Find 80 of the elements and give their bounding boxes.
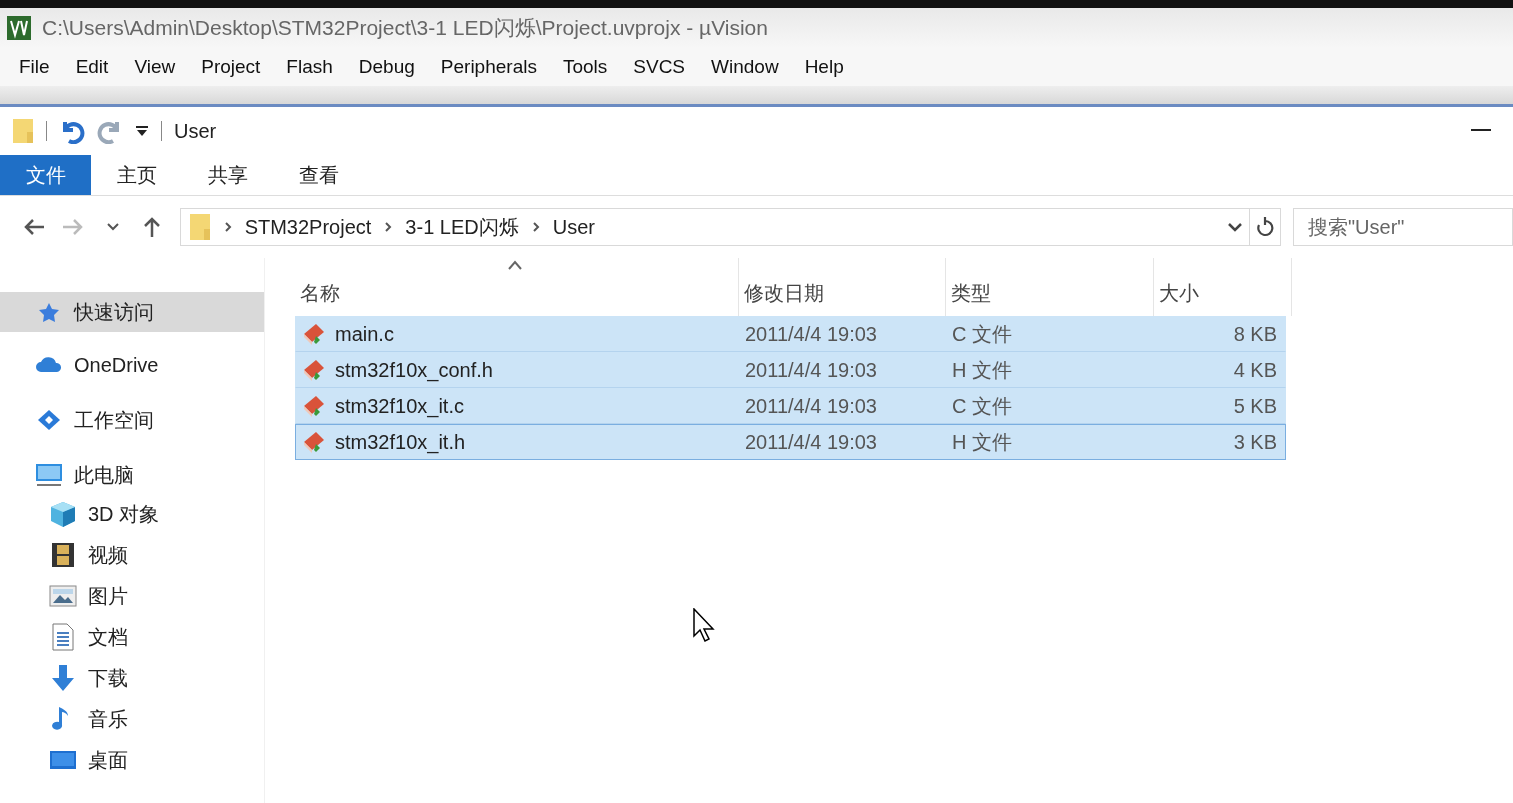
folder-icon — [12, 118, 34, 144]
nav-item[interactable]: 下载 — [0, 662, 264, 694]
chevron-right-icon — [222, 221, 233, 233]
ribbon-tab[interactable]: 查看 — [273, 155, 364, 195]
nav-item[interactable]: 此电脑 — [0, 456, 264, 494]
ribbon-tab[interactable]: 文件 — [0, 155, 91, 195]
monitor-icon — [35, 463, 63, 487]
cloud-icon — [35, 357, 63, 373]
back-arrow-icon[interactable] — [22, 218, 45, 236]
type-cell-text: C 文件 — [951, 393, 1013, 419]
menu-item[interactable]: Edit — [62, 56, 122, 78]
breadcrumb-item[interactable]: User — [552, 215, 595, 239]
nav-item[interactable]: 3D 对象 — [0, 498, 264, 530]
dropdown-caret-icon[interactable] — [135, 125, 149, 137]
star-icon — [38, 302, 60, 322]
file-name: main.c — [335, 322, 394, 346]
size-cell-text: 8 KB — [1232, 322, 1278, 346]
document-icon — [52, 623, 74, 651]
menu-item[interactable]: SVCS — [620, 56, 699, 78]
nav-item[interactable]: 快速访问 — [0, 292, 264, 332]
size-cell-text: 5 KB — [1232, 394, 1278, 418]
menu-item[interactable]: Help — [791, 56, 857, 78]
nav-item[interactable]: 图片 — [0, 580, 264, 612]
ribbon-tab[interactable]: 主页 — [91, 155, 182, 195]
chevron-right-icon — [530, 221, 541, 233]
chevron-right-icon — [383, 221, 394, 233]
breadcrumb-item[interactable]: 3-1 LED闪烁 — [405, 213, 519, 241]
search-field[interactable]: 搜索"User" — [1293, 208, 1513, 246]
menu-item[interactable]: Flash — [273, 56, 346, 78]
type-cell-text: C 文件 — [951, 321, 1013, 347]
file-row[interactable]: stm32f10x_conf.h 2011/4/4 19:03 H 文件 4 KB — [295, 352, 1286, 388]
nav-item[interactable]: 工作空间 — [0, 401, 264, 439]
file-icon — [301, 322, 327, 346]
image-icon — [49, 585, 77, 607]
file-icon — [301, 358, 327, 382]
address-bar[interactable]: STM32Project 3-1 LED闪烁 User — [179, 208, 1281, 246]
file-icon — [301, 430, 327, 454]
type-cell-text: H 文件 — [951, 357, 1013, 383]
date-cell-text: 2011/4/4 19:03 — [744, 322, 878, 346]
nav-item[interactable]: OneDrive — [0, 346, 264, 384]
ribbon-tab[interactable]: 共享 — [182, 155, 273, 195]
nav-item[interactable]: 桌面 — [0, 744, 264, 776]
diamond-icon — [36, 409, 62, 431]
window-title: C:\Users\Admin\Desktop\STM32Project\3-1 LED闪烁\Project.uvprojx - µVision — [42, 15, 768, 41]
mouse-cursor-icon — [693, 608, 715, 642]
menu-item[interactable]: File — [6, 56, 63, 78]
file-name: stm32f10x_it.c — [335, 394, 464, 418]
file-row[interactable]: stm32f10x_it.c 2011/4/4 19:03 C 文件 5 KB — [295, 388, 1286, 424]
size-cell-text: 3 KB — [1232, 430, 1278, 454]
app-icon — [6, 15, 32, 41]
chevron-down-icon[interactable] — [106, 223, 119, 231]
menu-item[interactable]: Window — [698, 56, 792, 78]
nav-item[interactable]: 音乐 — [0, 703, 264, 735]
menu-item[interactable]: Debug — [345, 56, 428, 78]
size-cell-text: 4 KB — [1232, 358, 1278, 382]
desktop-icon — [49, 749, 77, 771]
menu-item[interactable]: Project — [188, 56, 274, 78]
sort-caret-icon — [507, 260, 523, 270]
file-name: stm32f10x_it.h — [335, 430, 466, 454]
menu-item[interactable]: Tools — [549, 56, 621, 78]
folder-icon — [188, 213, 211, 241]
nav-item[interactable]: 视频 — [0, 539, 264, 571]
file-row[interactable]: main.c 2011/4/4 19:03 C 文件 8 KB — [295, 316, 1286, 352]
download-arrow-icon — [49, 664, 77, 692]
type-cell-text: H 文件 — [951, 429, 1013, 455]
chevron-down-icon[interactable] — [1227, 222, 1243, 232]
menu-item[interactable]: View — [121, 56, 189, 78]
date-cell-text: 2011/4/4 19:03 — [744, 430, 878, 454]
file-name: stm32f10x_conf.h — [335, 358, 493, 382]
date-cell-text: 2011/4/4 19:03 — [744, 394, 878, 418]
film-icon — [51, 542, 75, 568]
nav-item[interactable]: 文档 — [0, 621, 264, 653]
window-title: User — [174, 119, 217, 143]
date-cell-text: 2011/4/4 19:03 — [744, 358, 878, 382]
menu-item[interactable]: Peripherals — [427, 56, 550, 78]
breadcrumb-item[interactable]: STM32Project — [244, 215, 372, 239]
cube-icon — [49, 500, 77, 528]
file-row[interactable]: stm32f10x_it.h 2011/4/4 19:03 H 文件 3 KB — [295, 424, 1286, 460]
minimize-icon[interactable] — [1471, 129, 1491, 133]
file-icon — [301, 394, 327, 418]
